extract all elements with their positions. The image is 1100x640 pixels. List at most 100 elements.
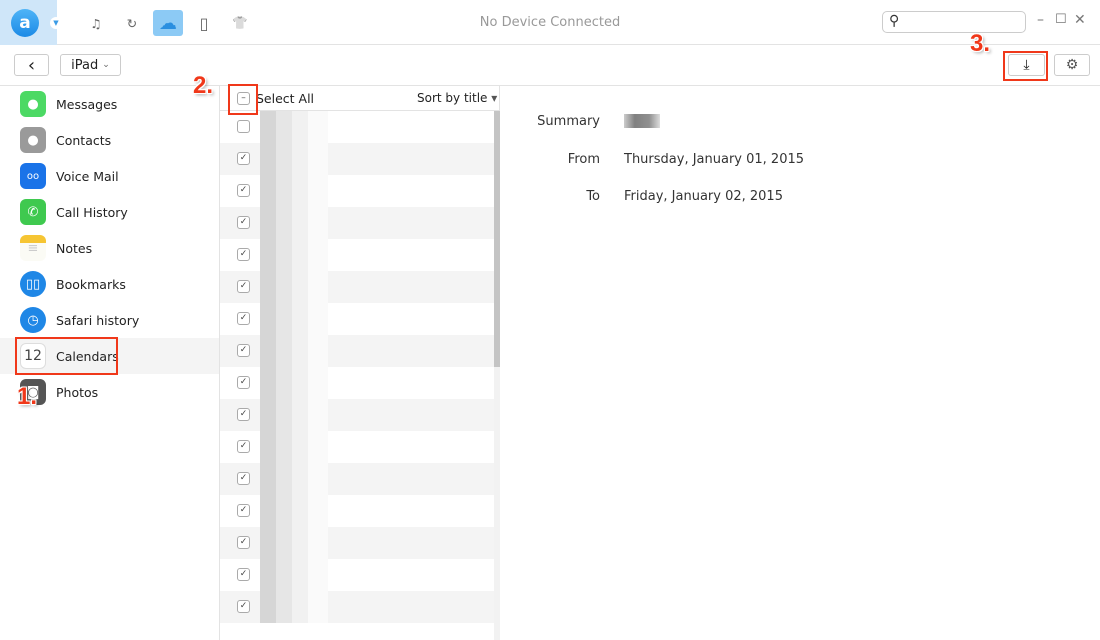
row-checkbox[interactable]: ✓ <box>237 568 250 581</box>
minimize-button[interactable]: – <box>1037 12 1044 28</box>
icloud-icon[interactable]: ☁ <box>153 10 183 36</box>
event-title-redacted <box>260 367 328 399</box>
event-title-redacted <box>260 207 328 239</box>
clock-icon: ◷ <box>20 307 46 333</box>
list-item[interactable]: ✓ <box>220 591 494 623</box>
list-item[interactable]: ✓ <box>220 527 494 559</box>
row-checkbox[interactable]: ✓ <box>237 440 250 453</box>
list-item[interactable]: ✓ <box>220 175 494 207</box>
search-input[interactable]: ⚲ <box>882 11 1026 33</box>
bookmarks-icon: ▯▯ <box>20 271 46 297</box>
music-icon[interactable]: ♫ <box>81 10 111 36</box>
sidebar-item-label: Safari history <box>56 312 140 328</box>
row-checkbox[interactable]: ✓ <box>237 216 250 229</box>
step-2-label: 2. <box>193 72 214 99</box>
sidebar-item-call-history[interactable]: ✆ Call History <box>0 194 219 230</box>
sidebar-item-notes[interactable]: ≡ Notes <box>0 230 219 266</box>
chevron-left-icon: ‹ <box>27 54 36 76</box>
list-item[interactable]: ✓ <box>220 367 494 399</box>
highlight-box-step1 <box>15 337 118 375</box>
sidebar-item-contacts[interactable]: ● Contacts <box>0 122 219 158</box>
row-checkbox[interactable]: ✓ <box>237 152 250 165</box>
row-checkbox[interactable]: ✓ <box>237 312 250 325</box>
list-item[interactable]: ✓ <box>220 495 494 527</box>
event-title-redacted <box>260 143 328 175</box>
title-bar: a ▼ ♫ ↻ ☁ ▯ 👕 No Device Connected ⚲ – ☐ … <box>0 0 1100 45</box>
list-item[interactable]: ✓ <box>220 559 494 591</box>
event-title-redacted <box>260 559 328 591</box>
voicemail-icon: oo <box>20 163 46 189</box>
toolbar: ‹ iPad ⌄ ⤓ ⚙ <box>0 46 1100 86</box>
event-title-redacted <box>260 271 328 303</box>
select-all-label[interactable]: Select All <box>256 91 314 106</box>
row-checkbox[interactable]: ✓ <box>237 184 250 197</box>
row-checkbox[interactable]: ✓ <box>237 504 250 517</box>
search-icon: ⚲ <box>889 13 900 29</box>
event-title-redacted <box>260 495 328 527</box>
row-checkbox[interactable]: ✓ <box>237 344 250 357</box>
sidebar-item-label: Photos <box>56 384 99 400</box>
sidebar-item-bookmarks[interactable]: ▯▯ Bookmarks <box>0 266 219 302</box>
settings-button[interactable]: ⚙ <box>1054 54 1090 76</box>
list-item[interactable]: ✓ <box>220 399 494 431</box>
list-item[interactable]: ✓ <box>220 303 494 335</box>
step-3-label: 3. <box>970 30 991 57</box>
list-item[interactable]: ✓ <box>220 271 494 303</box>
list-item[interactable]: ✓ <box>220 207 494 239</box>
list-header: – Select All Sort by title ▾ <box>220 86 500 111</box>
close-button[interactable]: ✕ <box>1074 12 1086 28</box>
device-selector[interactable]: iPad ⌄ <box>60 54 121 76</box>
event-title-redacted <box>260 303 328 335</box>
event-title-redacted <box>260 527 328 559</box>
caret-down-icon: ▾ <box>491 91 498 105</box>
sort-dropdown[interactable]: Sort by title ▾ <box>417 91 497 105</box>
sidebar: ● Messages ● Contacts oo Voice Mail ✆ Ca… <box>0 86 219 640</box>
tshirt-icon[interactable]: 👕 <box>225 10 255 36</box>
row-checkbox[interactable]: ✓ <box>237 536 250 549</box>
restore-icon[interactable]: ↻ <box>117 10 147 36</box>
list-item[interactable]: ✓ <box>220 335 494 367</box>
list-item[interactable]: ✓ <box>220 431 494 463</box>
step-1-label: 1. <box>17 383 38 410</box>
sidebar-item-safari-history[interactable]: ◷ Safari history <box>0 302 219 338</box>
from-label: From <box>567 152 600 167</box>
sidebar-item-voice-mail[interactable]: oo Voice Mail <box>0 158 219 194</box>
phone-icon[interactable]: ▯ <box>189 10 219 36</box>
phone-glyph: ▯ <box>199 13 209 33</box>
row-checkbox[interactable]: ✓ <box>237 408 250 421</box>
chevron-down-icon[interactable]: ▼ <box>50 17 62 29</box>
event-title-redacted <box>260 175 328 207</box>
list-item[interactable]: ✓ <box>220 239 494 271</box>
sidebar-item-messages[interactable]: ● Messages <box>0 86 219 122</box>
list-item[interactable] <box>220 111 494 143</box>
row-checkbox[interactable]: ✓ <box>237 280 250 293</box>
event-title-redacted <box>260 431 328 463</box>
to-value: Friday, January 02, 2015 <box>624 189 783 204</box>
row-checkbox[interactable]: ✓ <box>237 600 250 613</box>
device-name: iPad <box>71 57 99 73</box>
event-title-redacted <box>260 463 328 495</box>
summary-value-redacted <box>624 114 660 128</box>
app-logo-icon: a <box>11 9 39 37</box>
event-title-redacted <box>260 111 328 143</box>
event-title-redacted <box>260 335 328 367</box>
highlight-box-step2 <box>228 84 258 115</box>
row-checkbox[interactable]: ✓ <box>237 248 250 261</box>
maximize-button[interactable]: ☐ <box>1055 12 1067 27</box>
row-checkbox[interactable]: ✓ <box>237 472 250 485</box>
list-item[interactable]: ✓ <box>220 463 494 495</box>
summary-label: Summary <box>537 114 600 129</box>
restore-glyph: ↻ <box>126 15 138 31</box>
from-value: Thursday, January 01, 2015 <box>624 152 805 167</box>
back-button[interactable]: ‹ <box>14 54 49 76</box>
row-checkbox[interactable] <box>237 120 250 133</box>
chevron-down-icon: ⌄ <box>102 60 110 70</box>
sidebar-item-label: Voice Mail <box>56 168 119 184</box>
app-menu[interactable]: a ▼ <box>0 0 62 45</box>
gear-icon: ⚙ <box>1065 57 1079 73</box>
list-item[interactable]: ✓ <box>220 143 494 175</box>
music-glyph: ♫ <box>90 15 102 31</box>
contacts-icon: ● <box>20 127 46 153</box>
to-label: To <box>586 189 600 204</box>
row-checkbox[interactable]: ✓ <box>237 376 250 389</box>
